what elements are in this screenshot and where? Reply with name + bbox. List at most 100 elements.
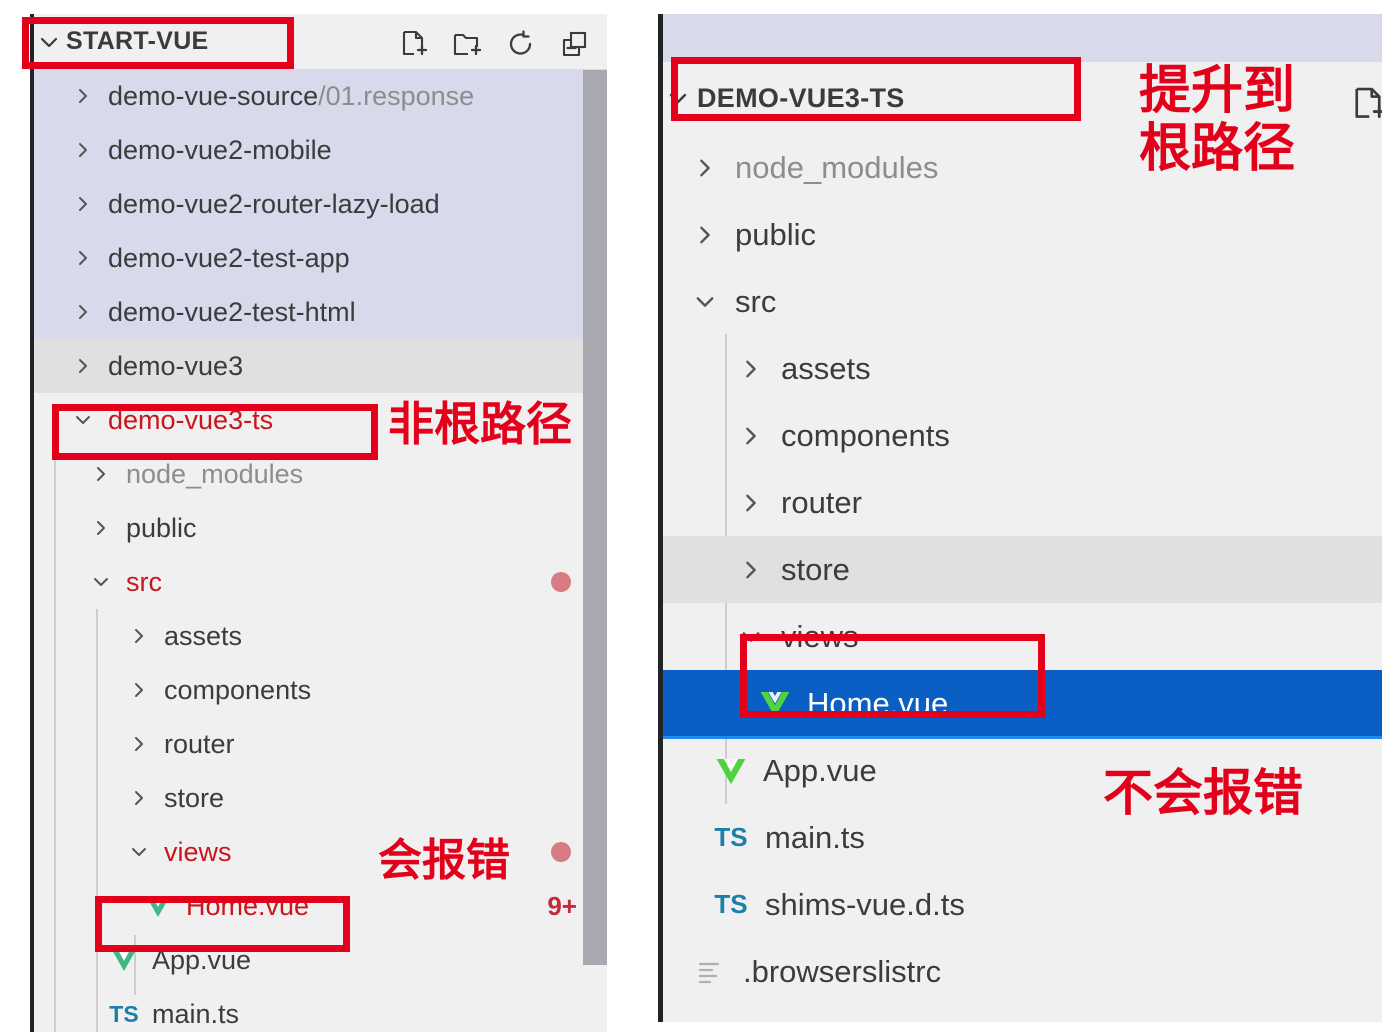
tree-row-components[interactable]: components <box>34 663 607 717</box>
chevron-right-icon[interactable] <box>68 86 98 106</box>
explorer-actions-left <box>397 28 591 60</box>
tree-row-label-suffix: /01.response <box>318 80 475 111</box>
tree-row-public[interactable]: public <box>663 201 1382 268</box>
chevron-down-icon[interactable] <box>663 86 693 110</box>
tree-row-home-vue-selected[interactable]: Home.vue <box>663 670 1382 739</box>
tree-row-label: Home.vue <box>807 685 949 721</box>
chevron-right-icon[interactable] <box>124 734 154 754</box>
file-tree-right[interactable]: node_modules public src assets component… <box>663 134 1382 1032</box>
tree-row-router[interactable]: router <box>663 469 1382 536</box>
viewport-bottom-clip <box>658 1022 1382 1032</box>
tree-row-browserslistrc[interactable]: .browserslistrc <box>663 938 1382 1005</box>
tree-row-fragment-above <box>663 14 1382 62</box>
vertical-scrollbar-thumb-left[interactable] <box>583 70 607 965</box>
refresh-icon[interactable] <box>505 28 537 60</box>
tree-row-label: .browserslistrc <box>743 953 942 989</box>
tree-row-main-ts[interactable]: TS main.ts <box>34 987 607 1032</box>
chevron-right-icon[interactable] <box>68 356 98 376</box>
chevron-right-icon[interactable] <box>733 357 769 381</box>
chevron-down-icon[interactable] <box>68 410 98 430</box>
tree-row-public[interactable]: public <box>34 501 607 555</box>
tree-row-label: Home.vue <box>186 890 310 921</box>
tree-row-label: components <box>781 417 950 453</box>
tree-row-src[interactable]: src <box>663 268 1382 335</box>
chevron-right-icon[interactable] <box>68 302 98 322</box>
tree-row-home-vue[interactable]: Home.vue 9+ <box>34 879 607 933</box>
chevron-right-icon[interactable] <box>733 424 769 448</box>
chevron-right-icon[interactable] <box>124 788 154 808</box>
tree-row-assets[interactable]: assets <box>34 609 607 663</box>
tree-row-src[interactable]: src <box>34 555 607 609</box>
tree-row-shims-vue-d-ts[interactable]: TS shims-vue.d.ts <box>663 871 1382 938</box>
tree-row-label: public <box>735 216 816 252</box>
tree-row-label: demo-vue2-mobile <box>108 134 332 165</box>
chevron-right-icon[interactable] <box>733 558 769 582</box>
explorer-panel-right: DEMO-VUE3-TS node_modules public src ass… <box>658 62 1382 1032</box>
annotation-non-root-path: 非根路径 <box>388 397 572 451</box>
workspace-title-left: START-VUE <box>66 27 209 55</box>
chevron-right-icon[interactable] <box>68 140 98 160</box>
annotation-no-error: 不会报错 <box>1103 764 1303 822</box>
chevron-down-icon[interactable] <box>34 31 64 53</box>
chevron-down-icon[interactable] <box>733 625 769 649</box>
tree-row-demo-vue2-test-html[interactable]: demo-vue2-test-html <box>34 285 607 339</box>
tree-row-demo-vue-source[interactable]: demo-vue-source /01.response <box>34 69 607 123</box>
vue-file-icon <box>106 945 142 975</box>
tree-row-store[interactable]: store <box>34 771 607 825</box>
chevron-down-icon[interactable] <box>687 290 723 314</box>
new-folder-icon[interactable] <box>451 28 483 60</box>
chevron-right-icon[interactable] <box>124 626 154 646</box>
error-dot-badge <box>551 842 571 862</box>
tree-row-label: demo-vue2-test-app <box>108 242 350 273</box>
tree-row-label: demo-vue3-ts <box>108 404 274 435</box>
annotation-raise-to-root: 提升到 根路径 <box>1139 61 1296 180</box>
tree-row-label: node_modules <box>126 458 304 489</box>
config-list-file-icon <box>687 957 731 987</box>
tree-row-app-vue[interactable]: App.vue <box>34 933 607 987</box>
chevron-right-icon[interactable] <box>68 248 98 268</box>
tree-row-label: App.vue <box>763 752 877 788</box>
tree-row-label: shims-vue.d.ts <box>765 886 965 922</box>
chevron-right-icon[interactable] <box>687 223 723 247</box>
tree-row-views[interactable]: views <box>663 603 1382 670</box>
typescript-file-icon: TS <box>109 1000 139 1027</box>
tree-row-label: views <box>164 836 232 867</box>
chevron-right-icon[interactable] <box>733 491 769 515</box>
explorer-section-header-left[interactable]: START-VUE <box>34 14 607 69</box>
tree-row-demo-vue3[interactable]: demo-vue3 <box>34 339 607 393</box>
annotation-will-error: 会报错 <box>378 835 510 886</box>
tree-row-demo-vue2-router-lazy-load[interactable]: demo-vue2-router-lazy-load <box>34 177 607 231</box>
activity-bar-strip-left <box>0 14 30 1032</box>
collapse-all-icon[interactable] <box>559 28 591 60</box>
chevron-down-icon[interactable] <box>86 572 116 592</box>
new-file-icon[interactable] <box>397 28 429 60</box>
tree-row-label: store <box>781 551 850 587</box>
chevron-down-icon[interactable] <box>124 842 154 862</box>
chevron-right-icon[interactable] <box>687 156 723 180</box>
chevron-right-icon[interactable] <box>68 194 98 214</box>
typescript-file-icon: TS <box>714 889 748 919</box>
tree-row-demo-vue2-test-app[interactable]: demo-vue2-test-app <box>34 231 607 285</box>
explorer-actions-right <box>1348 84 1382 124</box>
tree-row-components[interactable]: components <box>663 402 1382 469</box>
chevron-right-icon[interactable] <box>86 518 116 538</box>
tree-row-label: main.ts <box>152 998 240 1029</box>
problem-count-badge: 9+ <box>547 891 577 921</box>
vue-file-icon <box>753 686 797 722</box>
file-tree-left[interactable]: demo-vue-source /01.response demo-vue2-m… <box>34 69 607 1032</box>
chevron-right-icon[interactable] <box>86 464 116 484</box>
workspace-title-right: DEMO-VUE3-TS <box>697 82 905 113</box>
tree-row-router[interactable]: router <box>34 717 607 771</box>
tree-row-label: App.vue <box>152 944 252 975</box>
tree-row-demo-vue2-mobile[interactable]: demo-vue2-mobile <box>34 123 607 177</box>
new-file-icon[interactable] <box>1348 84 1382 124</box>
explorer-panel-left: START-VUE demo-vue-source /01.response d… <box>0 14 607 1032</box>
tree-row-views[interactable]: views <box>34 825 607 879</box>
tree-row-assets[interactable]: assets <box>663 335 1382 402</box>
tree-row-label: demo-vue-source <box>108 80 319 111</box>
screenshot-root: START-VUE demo-vue-source /01.response d… <box>0 0 1382 1032</box>
tree-row-store[interactable]: store <box>663 536 1382 603</box>
tree-row-label: main.ts <box>765 819 865 855</box>
chevron-right-icon[interactable] <box>124 680 154 700</box>
tree-row-node-modules[interactable]: node_modules <box>34 447 607 501</box>
